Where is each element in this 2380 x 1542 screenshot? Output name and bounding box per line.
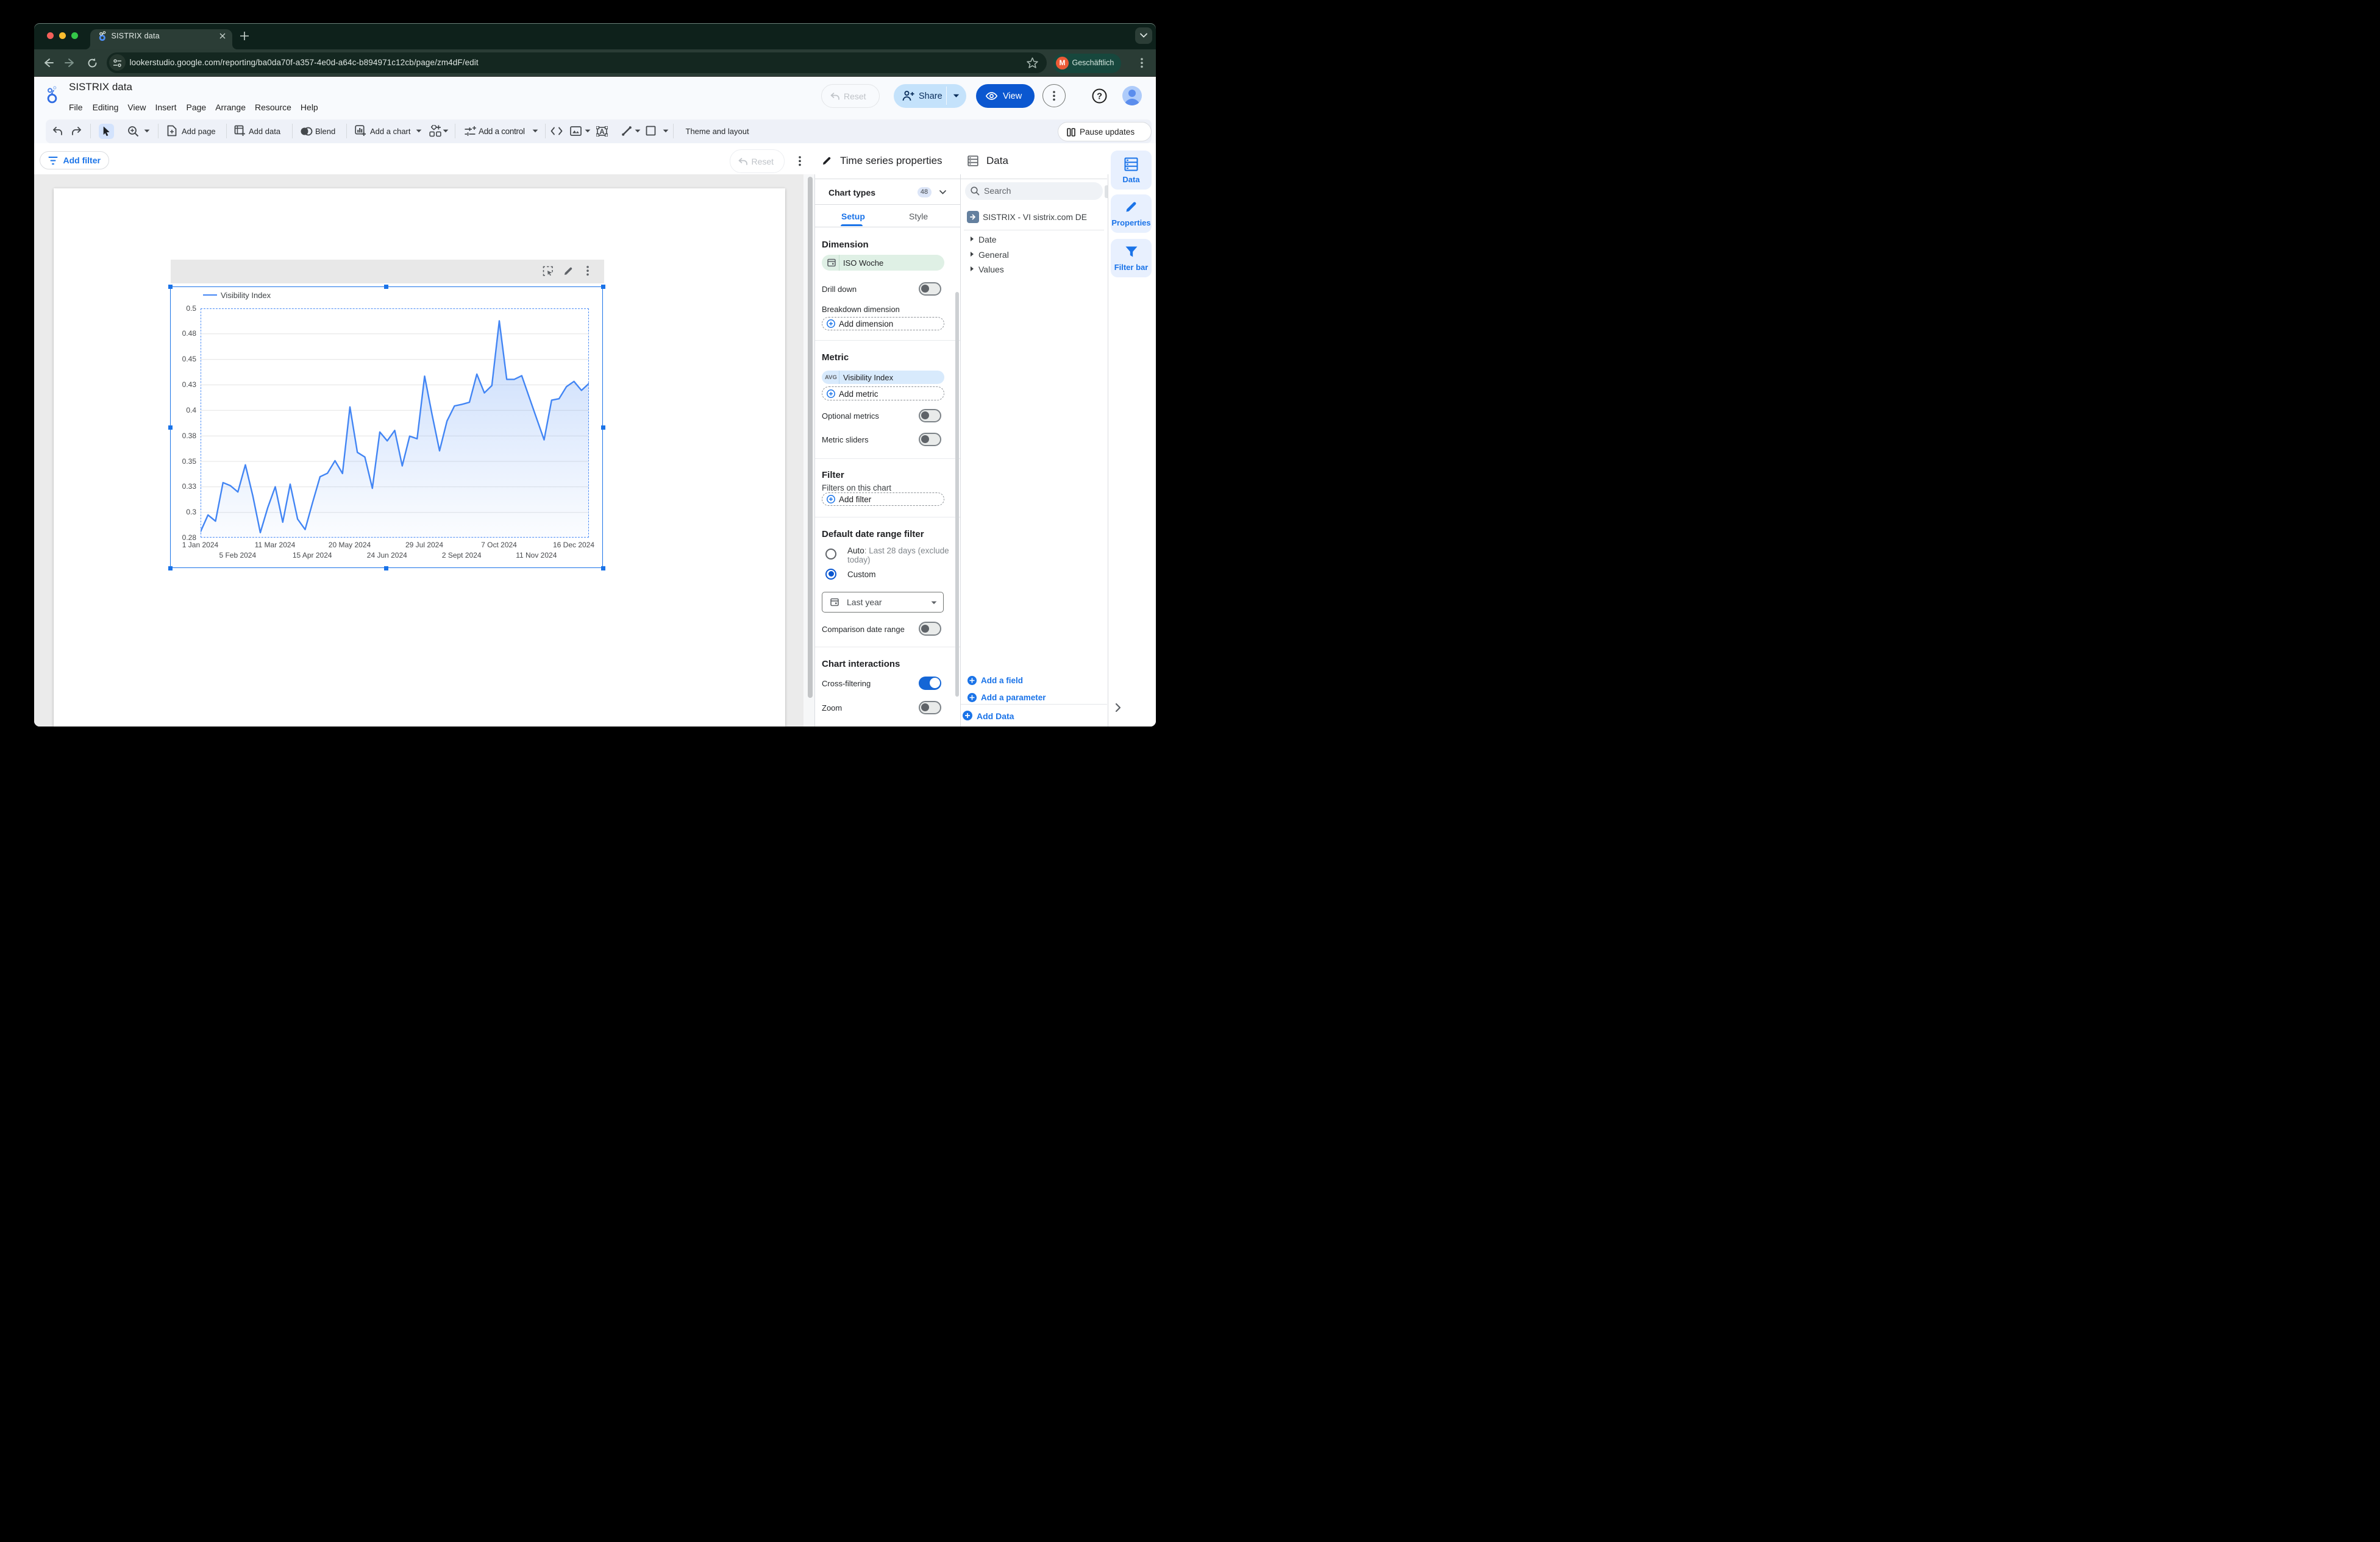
svg-text:A: A — [599, 129, 604, 136]
svg-text:?: ? — [1097, 91, 1102, 101]
